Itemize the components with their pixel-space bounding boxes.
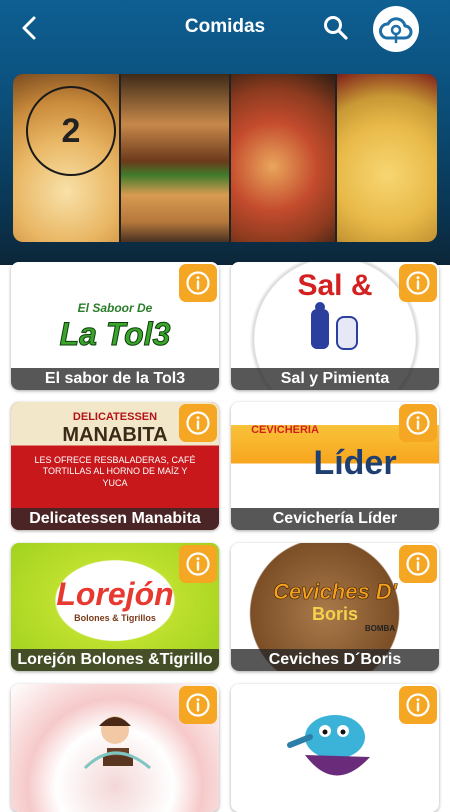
fish-mascot-icon: [287, 715, 370, 776]
restaurant-card[interactable]: CEVICHERIA Líder Cevichería Líder: [231, 402, 439, 530]
logo-text: Ceviches D': [273, 579, 397, 604]
logo-subtext: Boris: [311, 604, 358, 624]
info-button[interactable]: [399, 545, 437, 583]
restaurant-name: Delicatessen Manabita: [11, 508, 219, 530]
logo-note: BOMBA: [364, 624, 396, 633]
logo-text: Lorejón: [56, 575, 174, 612]
info-icon: [406, 271, 430, 295]
restaurant-card[interactable]: Ceviches D' Boris BOMBA Ceviches D´Boris: [231, 543, 439, 671]
restaurant-grid: El Saboor De La Tol3 El sabor de la Tol3…: [0, 0, 450, 812]
logo-subtext: Bolones & Tigrillos: [74, 612, 156, 623]
info-icon: [406, 693, 430, 717]
restaurant-name: Sal y Pimienta: [231, 368, 439, 390]
info-icon: [186, 271, 210, 295]
info-button[interactable]: [179, 686, 217, 724]
info-button[interactable]: [179, 404, 217, 442]
salt-pepper-shakers-icon: [311, 302, 358, 350]
cake-illustration-icon: [83, 716, 151, 770]
restaurant-name: Ceviches D´Boris: [231, 649, 439, 671]
info-button[interactable]: [179, 264, 217, 302]
restaurant-name: El sabor de la Tol3: [11, 368, 219, 390]
restaurant-name: Lorejón Bolones &Tigrillo: [11, 649, 219, 671]
restaurant-card[interactable]: Sal & Sal y Pimienta: [231, 262, 439, 390]
logo-subtext: El Saboor De: [77, 301, 153, 315]
info-button[interactable]: [179, 545, 217, 583]
restaurant-card[interactable]: [11, 684, 219, 812]
restaurant-name: Cevichería Líder: [231, 508, 439, 530]
logo-note: LES OFRECE RESBALADERAS, CAFÉ TORTILLAS …: [34, 455, 196, 488]
info-icon: [186, 552, 210, 576]
logo-text: Líder: [313, 443, 397, 482]
logo-text: MANABITA: [62, 424, 168, 446]
logo-text: La Tol3: [59, 316, 171, 352]
logo-text: Sal &: [297, 269, 373, 302]
restaurant-card[interactable]: DELICATESSEN MANABITA LES OFRECE RESBALA…: [11, 402, 219, 530]
info-button[interactable]: [399, 264, 437, 302]
info-icon: [186, 411, 210, 435]
info-icon: [406, 411, 430, 435]
info-icon: [186, 693, 210, 717]
logo-subtext: CEVICHERIA: [251, 423, 319, 436]
restaurant-card[interactable]: El Saboor De La Tol3 El sabor de la Tol3: [11, 262, 219, 390]
info-button[interactable]: [399, 686, 437, 724]
info-button[interactable]: [399, 404, 437, 442]
restaurant-card[interactable]: Lorejón Bolones & Tigrillos Lorejón Bolo…: [11, 543, 219, 671]
logo-subtext: DELICATESSEN: [72, 411, 158, 423]
restaurant-card[interactable]: [231, 684, 439, 812]
info-icon: [406, 552, 430, 576]
